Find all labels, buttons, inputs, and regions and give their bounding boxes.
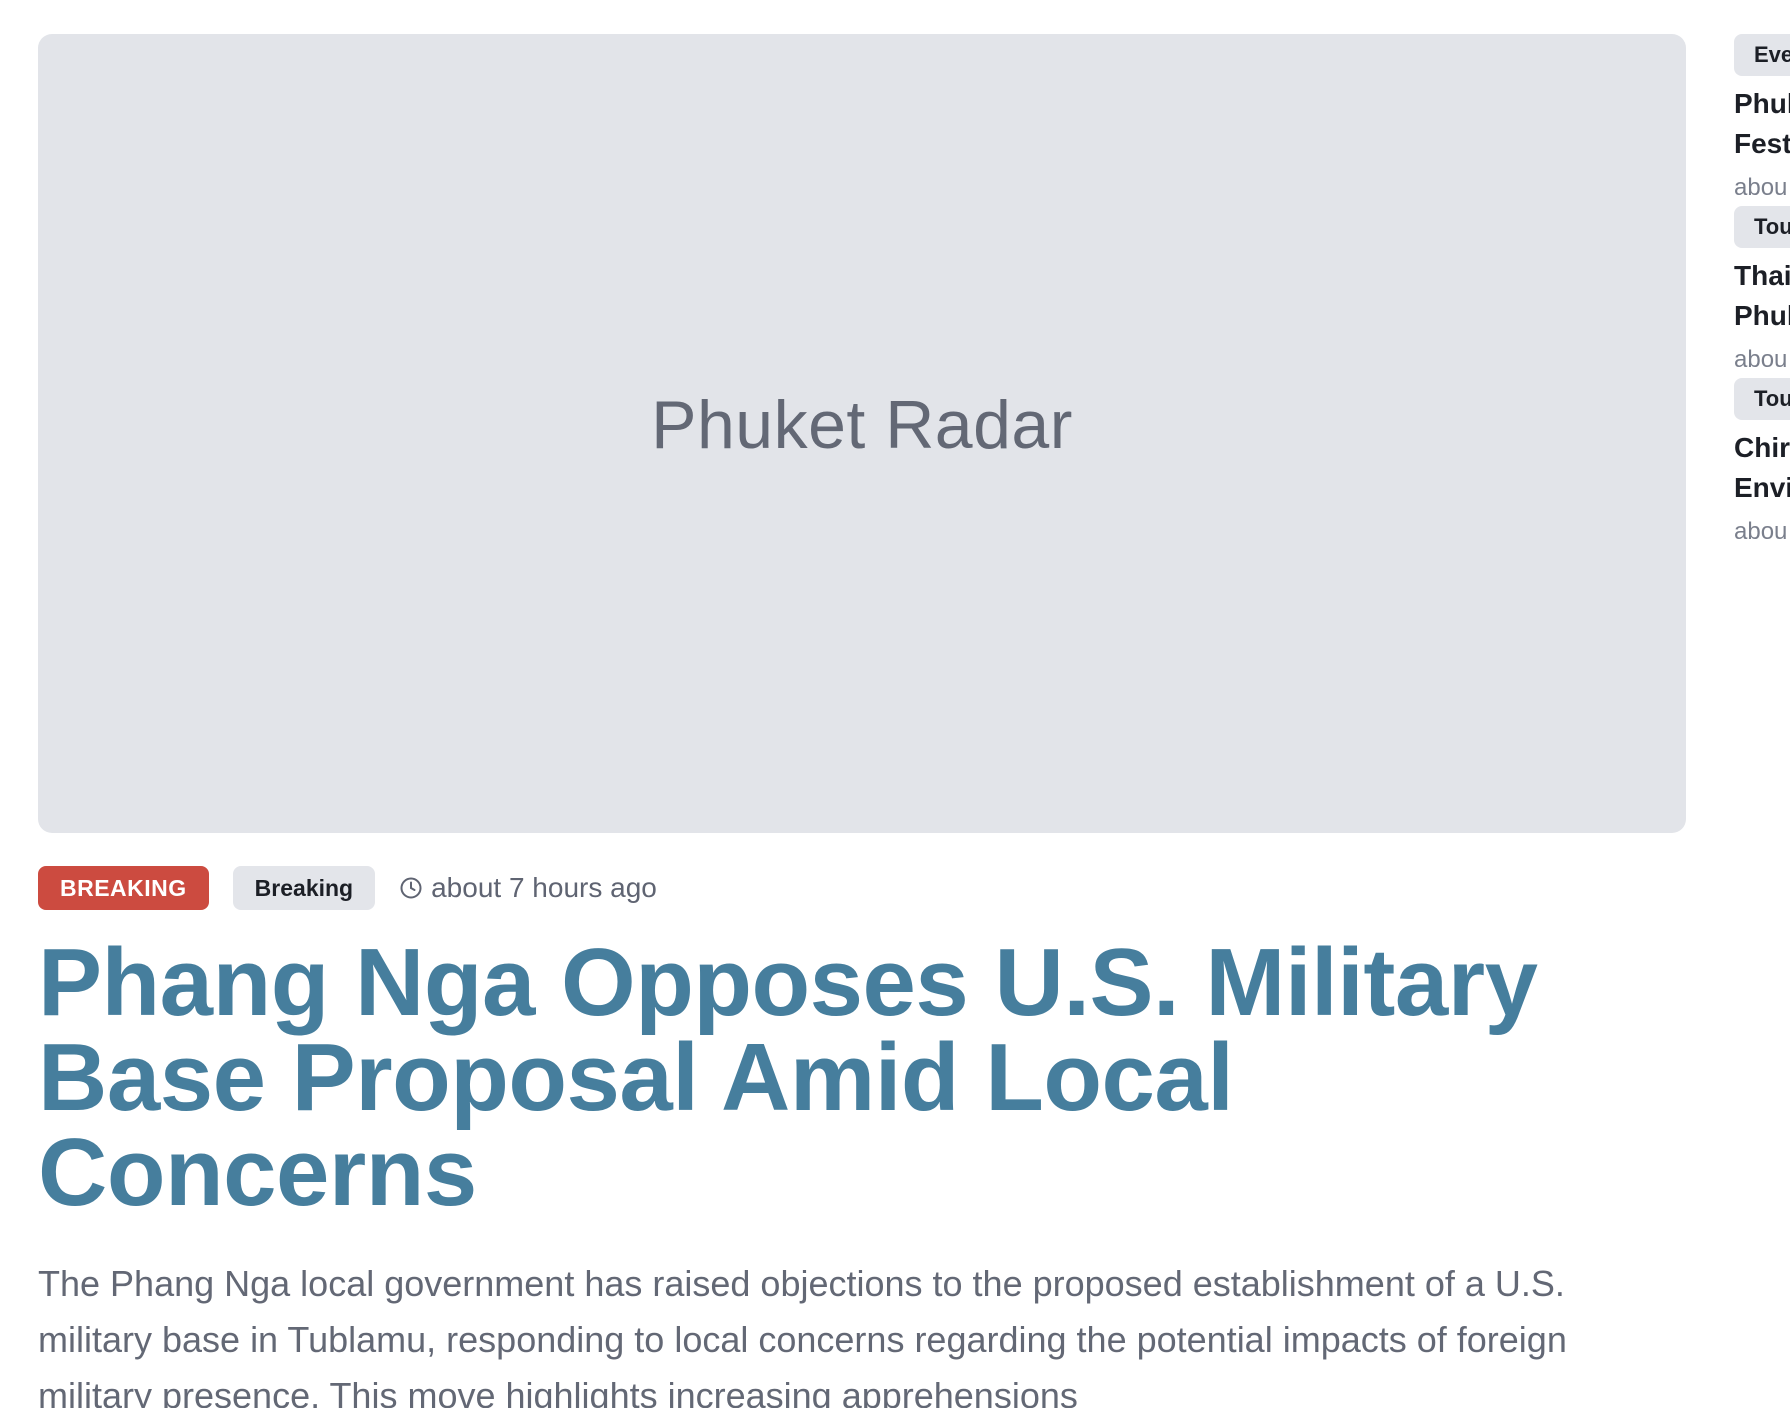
article-meta-row: BREAKING Breaking about 7 hours ago [38, 866, 657, 910]
article-summary: The Phang Nga local government has raise… [38, 1263, 1567, 1408]
sidebar-article-title-line: Phul [1734, 88, 1790, 119]
article-timestamp: about 7 hours ago [399, 872, 657, 904]
sidebar-article-tag[interactable]: Eve [1734, 34, 1790, 76]
article-headline[interactable]: Phang Nga Opposes U.S. Military Base Pro… [38, 935, 1678, 1221]
sidebar-article-tag[interactable]: Tou [1734, 378, 1790, 420]
sidebar-article-title-line: Envi [1734, 472, 1790, 503]
sidebar-article-title-line: Phul [1734, 300, 1790, 331]
sidebar-article-title-line: Fest [1734, 128, 1790, 159]
timestamp-text: about 7 hours ago [431, 872, 657, 903]
sidebar-article-title[interactable]: Phul Fest [1734, 84, 1790, 164]
breaking-badge: BREAKING [38, 866, 209, 910]
sidebar-article-title[interactable]: Thai Phul [1734, 256, 1790, 336]
sidebar-article-time: abou [1734, 346, 1788, 373]
hero-placeholder-label: Phuket Radar [651, 386, 1073, 463]
hero-image-placeholder[interactable]: Phuket Radar [38, 34, 1686, 833]
sidebar-article-time: abou [1734, 174, 1788, 201]
article-page: Phuket Radar BREAKING Breaking about 7 h… [0, 0, 1790, 1408]
category-badge[interactable]: Breaking [232, 866, 376, 910]
sidebar-article-tag[interactable]: Tou [1734, 206, 1790, 248]
sidebar-article-time: abou [1734, 518, 1788, 545]
sidebar-article-title-line: Chir [1734, 432, 1790, 463]
sidebar-article-title[interactable]: Chir Envi [1734, 428, 1790, 508]
clock-icon [399, 876, 423, 900]
sidebar-article-title-line: Thai [1734, 260, 1790, 291]
